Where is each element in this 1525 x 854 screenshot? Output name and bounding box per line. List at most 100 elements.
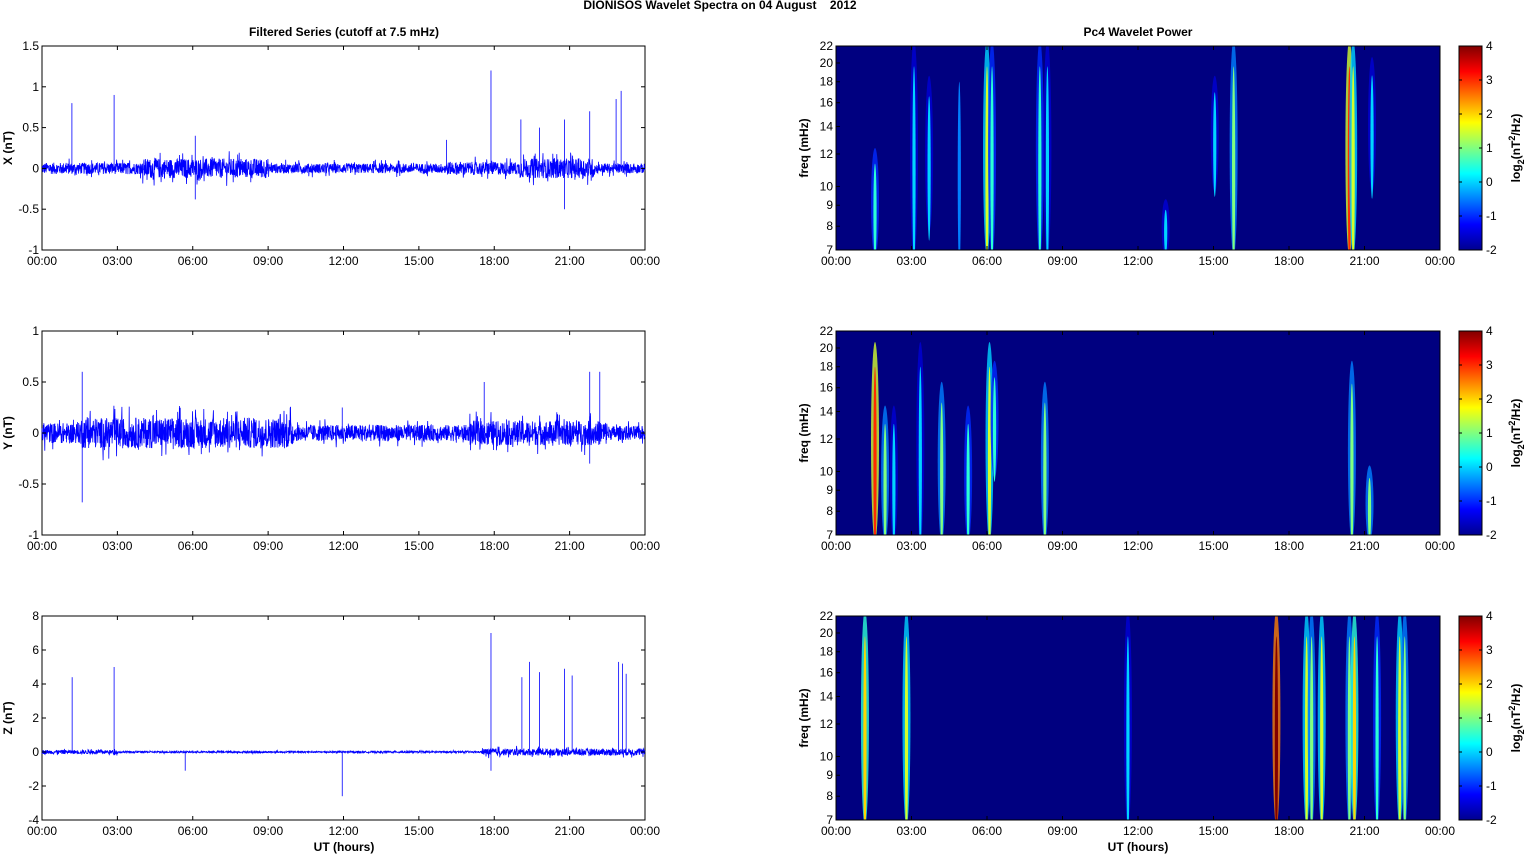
colorbar-tick-label: 0 bbox=[1486, 745, 1493, 759]
spec-xtick-label: 03:00 bbox=[896, 254, 926, 268]
freq-ylabel: freq (mHz) bbox=[797, 118, 811, 177]
ts-xtick-label: 15:00 bbox=[404, 539, 434, 553]
ts-xtick-label: 06:00 bbox=[178, 539, 208, 553]
burst-core bbox=[1043, 402, 1047, 535]
burst-core bbox=[1370, 75, 1374, 199]
ytick-label: 0.5 bbox=[22, 121, 39, 135]
ts-xtick-label: 03:00 bbox=[102, 539, 132, 553]
ts-xtick-label: 21:00 bbox=[555, 254, 585, 268]
burst-core bbox=[940, 402, 944, 535]
ts-xtick-label: 00:00 bbox=[630, 254, 660, 268]
ts-xtick-label: 06:00 bbox=[178, 824, 208, 838]
freq-tick-label: 16 bbox=[820, 96, 834, 110]
colorbar-label: log2(nT2/Hz) bbox=[1507, 114, 1525, 183]
ytick-label: 0 bbox=[32, 745, 39, 759]
freq-tick-label: 18 bbox=[820, 645, 834, 659]
burst-core bbox=[1045, 66, 1049, 250]
ts-xtick-label: 03:00 bbox=[102, 824, 132, 838]
ytick-label: -2 bbox=[28, 779, 39, 793]
colorbar-label-base: log bbox=[1509, 734, 1523, 752]
ts-xtick-label: 00:00 bbox=[630, 824, 660, 838]
colorbar-tick-label: 1 bbox=[1486, 711, 1493, 725]
ts-xtick-label: 03:00 bbox=[102, 254, 132, 268]
figure: DIONISOS Wavelet Spectra on 04 August 20… bbox=[1, 0, 1525, 854]
ts-xtick-label: 18:00 bbox=[479, 539, 509, 553]
freq-tick-label: 12 bbox=[820, 147, 834, 161]
spectrogram-panel-z: 7891012141618202200:00 03:00 06:00 09:00 12:… bbox=[797, 609, 1525, 838]
freq-tick-label: 16 bbox=[820, 666, 834, 680]
freq-tick-label: 22 bbox=[820, 39, 834, 53]
colorbar-tick-label: 1 bbox=[1486, 141, 1493, 155]
plot-area bbox=[41, 45, 646, 251]
colorbar bbox=[1458, 45, 1483, 251]
ts-xtick-label: 18:00 bbox=[479, 824, 509, 838]
colorbar-tick-label: 2 bbox=[1486, 392, 1493, 406]
freq-tick-label: 9 bbox=[826, 483, 833, 497]
ylabel: Z (nT) bbox=[1, 701, 15, 734]
ts-xtick-label: 12:00 bbox=[328, 539, 358, 553]
freq-ylabel: freq (mHz) bbox=[797, 688, 811, 747]
freq-tick-label: 22 bbox=[820, 324, 834, 338]
ytick-label: -0.5 bbox=[18, 477, 39, 491]
freq-tick-label: 12 bbox=[820, 717, 834, 731]
spec-xtick-label: 12:00 bbox=[1123, 254, 1153, 268]
freq-tick-label: 20 bbox=[820, 626, 834, 640]
burst-core bbox=[1274, 636, 1279, 820]
colorbar bbox=[1458, 615, 1483, 821]
burst-core bbox=[918, 366, 922, 535]
burst-core bbox=[957, 81, 961, 250]
spec-xtick-label: 15:00 bbox=[1198, 824, 1228, 838]
ts-xtick-label: 06:00 bbox=[178, 254, 208, 268]
timeseries-panel-y: -1-0.500.5100:00 03:00 06:00 09:00 12:00 15:0… bbox=[1, 324, 660, 553]
burst-core bbox=[863, 636, 867, 820]
spec-xtick-label: 12:00 bbox=[1123, 824, 1153, 838]
freq-tick-label: 14 bbox=[820, 405, 834, 419]
ytick-label: -0.5 bbox=[18, 202, 39, 216]
colorbar-tick-label: 2 bbox=[1486, 107, 1493, 121]
spec-xtick-label: 03:00 bbox=[896, 539, 926, 553]
left-column-title: Filtered Series (cutoff at 7.5 mHz) bbox=[249, 25, 439, 39]
colorbar-tick-label: 3 bbox=[1486, 358, 1493, 372]
colorbar-tick-label: 1 bbox=[1486, 426, 1493, 440]
burst-core bbox=[1320, 636, 1324, 820]
spec-xtick-label: 09:00 bbox=[1047, 539, 1077, 553]
freq-tick-label: 8 bbox=[826, 789, 833, 803]
ts-xtick-label: 15:00 bbox=[404, 824, 434, 838]
spec-xtick-label: 21:00 bbox=[1349, 824, 1379, 838]
burst-core bbox=[1126, 636, 1130, 820]
ts-xtick-label: 21:00 bbox=[555, 539, 585, 553]
freq-tick-label: 14 bbox=[820, 690, 834, 704]
spec-xtick-label: 06:00 bbox=[972, 824, 1002, 838]
ytick-label: 4 bbox=[32, 677, 39, 691]
colorbar-tick-label: 0 bbox=[1486, 175, 1493, 189]
burst-core bbox=[990, 66, 994, 250]
burst-core bbox=[1367, 477, 1372, 535]
freq-tick-label: 8 bbox=[826, 504, 833, 518]
ts-xtick-label: 18:00 bbox=[479, 254, 509, 268]
colorbar-label-mid: (nT bbox=[1509, 425, 1523, 444]
burst-core bbox=[1038, 66, 1042, 250]
colorbar-tick-label: 4 bbox=[1486, 324, 1493, 338]
ytick-label: 0 bbox=[32, 426, 39, 440]
colorbar-tick-label: -2 bbox=[1486, 813, 1497, 827]
colorbar-tick-label: -1 bbox=[1486, 494, 1497, 508]
spec-xtick-label: 00:00 bbox=[1425, 539, 1455, 553]
ytick-label: 1 bbox=[32, 324, 39, 338]
spectrogram-panel-y: 7891012141618202200:00 03:00 06:00 09:00 12:… bbox=[797, 324, 1525, 553]
spec-xtick-label: 18:00 bbox=[1274, 539, 1304, 553]
colorbar-label-base: log bbox=[1509, 164, 1523, 182]
burst-core bbox=[992, 377, 997, 482]
ts-xtick-label: 00:00 bbox=[630, 539, 660, 553]
colorbar-label-end: /Hz) bbox=[1509, 399, 1523, 421]
freq-tick-label: 22 bbox=[820, 609, 834, 623]
ytick-label: 1.5 bbox=[22, 39, 39, 53]
ytick-label: 0 bbox=[32, 161, 39, 175]
burst-core bbox=[1232, 66, 1236, 250]
spec-xtick-label: 00:00 bbox=[1425, 824, 1455, 838]
colorbar-tick-label: -2 bbox=[1486, 243, 1497, 257]
colorbar-tick-label: 4 bbox=[1486, 609, 1493, 623]
plot-area bbox=[41, 615, 646, 821]
left-xlabel: UT (hours) bbox=[314, 840, 375, 854]
spec-xtick-label: 21:00 bbox=[1349, 254, 1379, 268]
burst-core bbox=[1350, 383, 1354, 535]
